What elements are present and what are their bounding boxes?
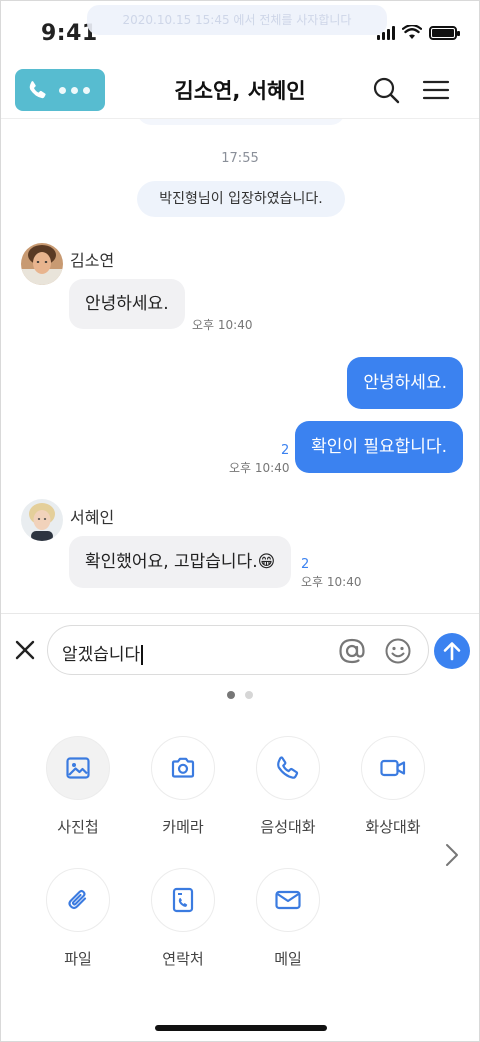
battery-icon <box>429 25 460 40</box>
attach-circle <box>256 736 320 800</box>
attach-circle <box>361 736 425 800</box>
chevron-right-icon[interactable] <box>441 841 463 869</box>
page-indicator <box>1 691 479 699</box>
hamburger-menu-icon[interactable] <box>421 75 451 105</box>
message-list[interactable]: 17:55 박진형님이 입장하였습니다. 김소연 안녕하세요. 오후 10:40… <box>1 119 479 613</box>
attach-circle <box>46 736 110 800</box>
system-message: 박진형님이 입장하였습니다. <box>137 181 345 217</box>
avatar-photo <box>21 243 63 285</box>
attach-label: 파일 <box>64 950 92 968</box>
close-icon[interactable] <box>13 638 37 662</box>
message-composer: 알겠습니다 <box>1 613 479 685</box>
smiley-icon[interactable] <box>384 637 412 665</box>
search-icon[interactable] <box>371 75 401 105</box>
text-caret <box>141 645 144 665</box>
attach-contact-button[interactable]: 연락처 <box>133 868 233 969</box>
attach-camera-button[interactable]: 카메라 <box>133 736 233 837</box>
paperclip-icon <box>68 889 87 910</box>
attach-label: 메일 <box>274 950 302 968</box>
sender-name: 서혜인 <box>70 508 115 527</box>
camera-icon <box>171 757 195 778</box>
avatar-photo <box>21 499 63 541</box>
message-input-value: 알겠습니다 <box>62 645 141 665</box>
phone-screen: 9:41 2020.10.15 15:45 에서 전체를 사자합니다 김소연, … <box>0 0 480 1042</box>
message-input-value-wrap: 알겠습니다 <box>62 640 144 665</box>
page-dot[interactable] <box>245 691 253 699</box>
message-bubble-outgoing[interactable]: 안녕하세요. <box>347 357 463 409</box>
contact-card-icon <box>172 887 194 913</box>
attach-circle <box>46 868 110 932</box>
attach-mail-button[interactable]: 메일 <box>238 868 338 969</box>
message-time: 오후 10:40 <box>229 461 290 475</box>
attach-label: 사진첩 <box>57 818 99 836</box>
video-icon <box>380 759 406 777</box>
mail-icon <box>275 890 301 910</box>
page-dot-active[interactable] <box>227 691 235 699</box>
attach-voice-call-button[interactable]: 음성대화 <box>238 736 338 837</box>
message-bubble-outgoing[interactable]: 확인이 필요합니다. <box>295 421 463 473</box>
chat-header: 김소연, 서혜인 <box>1 61 479 119</box>
message-time: 오후 10:40 <box>192 318 253 332</box>
home-indicator[interactable] <box>155 1025 327 1031</box>
attach-circle <box>151 868 215 932</box>
message-input[interactable]: 알겠습니다 <box>47 625 429 675</box>
message-bubble-incoming[interactable]: 안녕하세요. <box>69 279 185 329</box>
arrow-up-send-icon <box>443 642 461 661</box>
avatar-seo[interactable] <box>21 499 63 541</box>
attach-circle <box>151 736 215 800</box>
attach-video-call-button[interactable]: 화상대화 <box>343 736 443 837</box>
at-sign-icon[interactable] <box>338 637 366 665</box>
message-time: 오후 10:40 <box>301 575 362 589</box>
system-indicators <box>377 25 460 40</box>
sender-name: 김소연 <box>70 251 115 270</box>
chat-title: 김소연, 서혜인 <box>174 79 306 103</box>
time-divider: 17:55 <box>221 151 259 166</box>
send-button[interactable] <box>434 633 470 669</box>
attach-label: 음성대화 <box>260 818 316 836</box>
unread-count: 2 <box>281 443 290 458</box>
avatar-kim[interactable] <box>21 243 63 285</box>
image-icon <box>66 757 90 779</box>
phone-icon <box>277 756 299 779</box>
attach-photos-button[interactable]: 사진첩 <box>28 736 128 837</box>
attach-file-button[interactable]: 파일 <box>28 868 128 969</box>
faded-notice-banner: 2020.10.15 15:45 에서 전체를 사자합니다 <box>87 5 387 35</box>
attach-label: 카메라 <box>162 818 204 836</box>
attach-label: 연락처 <box>162 950 204 968</box>
attach-circle <box>256 868 320 932</box>
wifi-icon <box>402 25 422 39</box>
message-bubble-incoming[interactable]: 확인했어요, 고맙습니다.😁 <box>69 536 292 588</box>
attach-label: 화상대화 <box>365 818 421 836</box>
unread-count: 2 <box>301 557 310 572</box>
